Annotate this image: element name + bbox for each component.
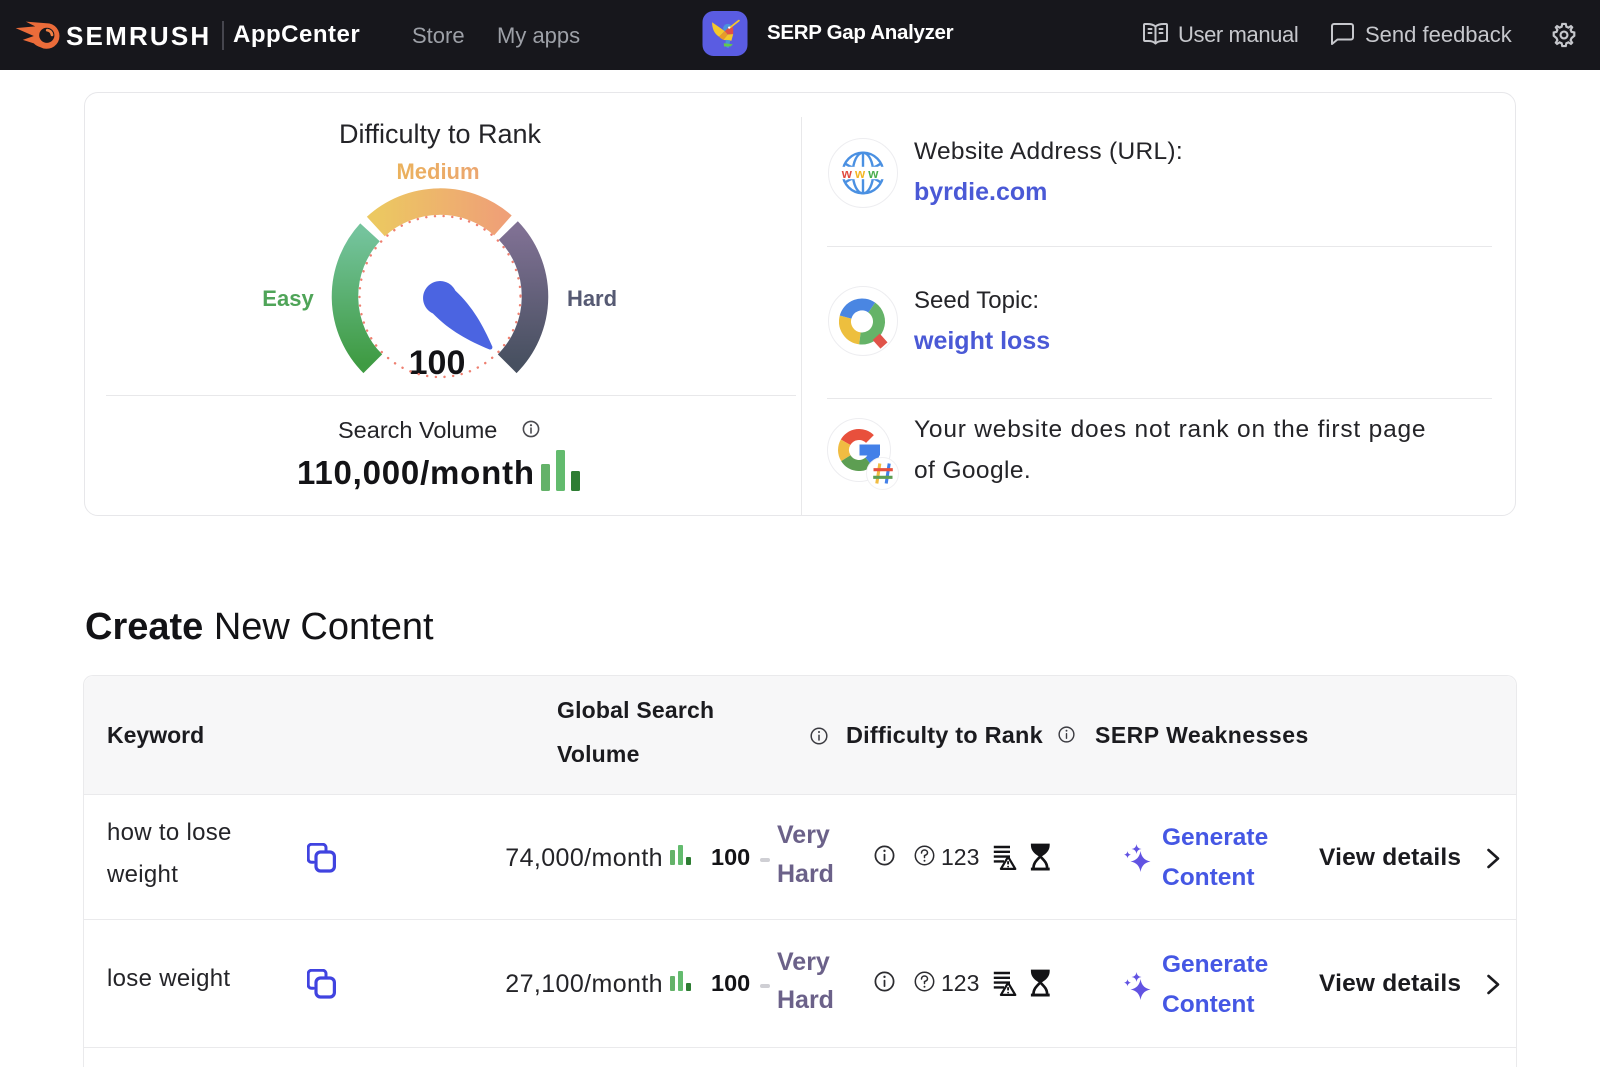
svg-text:w: w xyxy=(854,166,866,181)
svg-text:w: w xyxy=(841,166,853,181)
svg-text:w: w xyxy=(867,166,879,181)
